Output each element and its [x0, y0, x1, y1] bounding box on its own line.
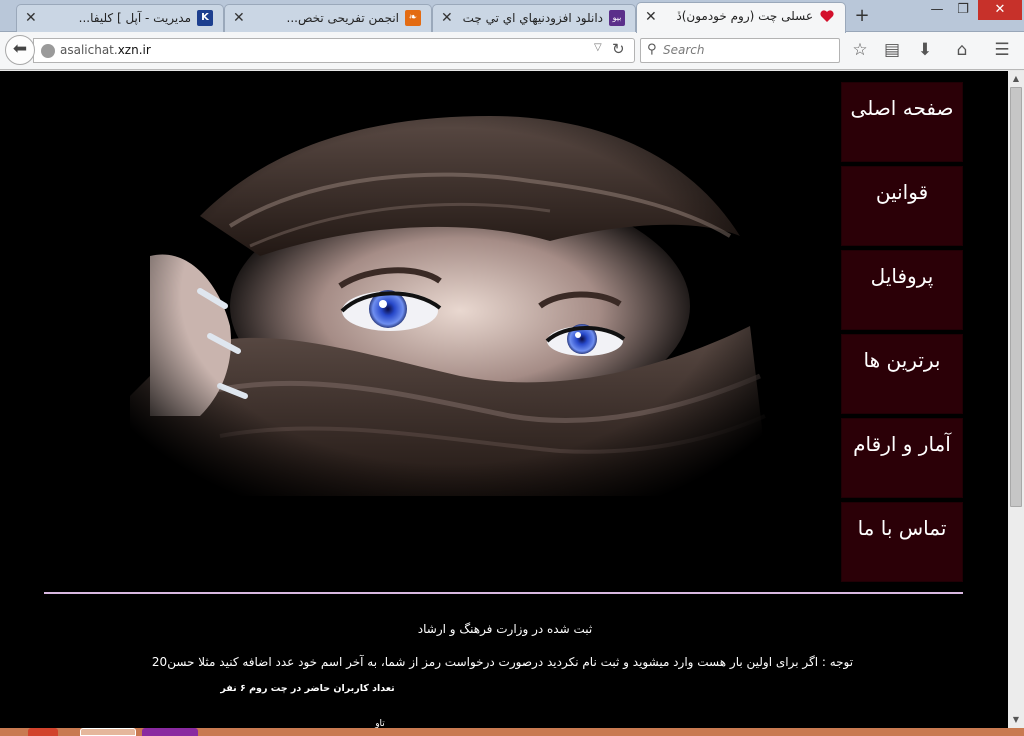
download-icon[interactable]: ⬇	[913, 39, 937, 61]
scroll-down-icon[interactable]: ▼	[1008, 712, 1024, 728]
tab-title: مدیریت - آپل ] كليفا...	[78, 11, 191, 25]
url-text[interactable]: asalichat.xzn.ir	[60, 43, 151, 57]
menu-item-profile[interactable]: پروفایل	[841, 250, 963, 330]
taskbar-app-icon[interactable]	[28, 728, 58, 736]
menu-hamburger-icon[interactable]: ☰	[990, 39, 1014, 61]
back-button[interactable]: ⬅	[5, 35, 35, 65]
close-icon[interactable]: ✕	[25, 11, 37, 25]
tab-admin[interactable]: K مدیریت - آپل ] كليفا... ✕	[16, 4, 224, 32]
site-favicon-k-icon: K	[197, 10, 213, 26]
divider	[44, 592, 963, 594]
taskbar-browser-icon[interactable]	[80, 728, 136, 736]
menu-item-statistics[interactable]: آمار و ارقام	[841, 418, 963, 498]
scroll-up-icon[interactable]: ▲	[1008, 71, 1024, 87]
tab-title: انجمن تفریحی تخص...	[286, 11, 399, 25]
window-close-button[interactable]: ✕	[978, 0, 1022, 20]
close-icon[interactable]: ✕	[233, 11, 245, 25]
close-icon[interactable]: ✕	[441, 11, 453, 25]
tab-title: عسلی چت (روم خودمون)ڏ	[676, 9, 813, 23]
tab-asalichat[interactable]: عسلی چت (روم خودمون)ڏ ✕	[636, 2, 846, 33]
warning-note: توجه : اگر برای اولین بار هست وارد میشوی…	[151, 655, 854, 669]
url-prefix: asalichat.	[60, 43, 118, 57]
history-dropdown-icon[interactable]: ▽	[594, 42, 602, 53]
web-page: صفحه اصلی قوانین پروفایل برترین ها آمار …	[0, 71, 1008, 728]
nav-bar: asalichat.xzn.ir ▽ ↻ ⬅ ⚲ Search ☆ ▤ ⬇ ⌂ …	[0, 32, 1024, 70]
menu-item-top-users[interactable]: برترین ها	[841, 334, 963, 414]
vertical-scrollbar[interactable]: ▲ ▼	[1008, 71, 1024, 728]
url-bar[interactable]: asalichat.xzn.ir ▽ ↻	[33, 38, 635, 63]
tab-forum[interactable]: ❧ انجمن تفریحی تخص... ✕	[224, 4, 432, 32]
menu-item-contact[interactable]: تماس با ما	[841, 502, 963, 582]
back-arrow-icon: ⬅	[12, 39, 28, 59]
restore-button[interactable]: ❐	[951, 0, 975, 20]
registration-note: ثبت شده در وزارت فرهنگ و ارشاد	[417, 622, 593, 636]
menu-item-home[interactable]: صفحه اصلی	[841, 82, 963, 162]
taskbar	[0, 728, 1024, 736]
close-icon[interactable]: ✕	[645, 10, 657, 24]
bookmark-star-icon[interactable]: ☆	[848, 39, 872, 61]
globe-icon	[41, 44, 55, 58]
online-users-count: تعداد کاربران حاضر در چت روم ۶ نفر	[220, 683, 395, 694]
minimize-button[interactable]: —	[925, 0, 949, 20]
site-favicon-orange-icon: ❧	[405, 10, 421, 26]
new-tab-button[interactable]: +	[852, 7, 872, 27]
scroll-thumb[interactable]	[1010, 87, 1022, 507]
home-icon[interactable]: ⌂	[950, 39, 974, 61]
tab-title: دانلود افزودنيهاي اي تي چت	[462, 11, 603, 25]
search-icon: ⚲	[647, 42, 657, 57]
reading-list-icon[interactable]: ▤	[880, 39, 904, 61]
search-bar[interactable]: ⚲ Search	[640, 38, 840, 63]
taskbar-app-icon[interactable]	[142, 728, 198, 736]
url-domain: xzn.ir	[117, 43, 151, 57]
site-favicon-purple-icon: بیو	[609, 10, 625, 26]
side-menu: صفحه اصلی قوانین پروفایل برترین ها آمار …	[841, 82, 963, 586]
search-input[interactable]: Search	[663, 43, 705, 57]
tab-itchat-addons[interactable]: بیو دانلود افزودنيهاي اي تي چت ✕	[432, 4, 636, 32]
more-indicator: تاو	[375, 719, 385, 728]
heart-icon	[819, 8, 835, 24]
hero-image	[130, 96, 770, 496]
menu-item-rules[interactable]: قوانین	[841, 166, 963, 246]
tab-strip: عسلی چت (روم خودمون)ڏ ✕ بیو دانلود افزود…	[0, 0, 1024, 33]
reload-icon[interactable]: ↻	[612, 40, 625, 58]
